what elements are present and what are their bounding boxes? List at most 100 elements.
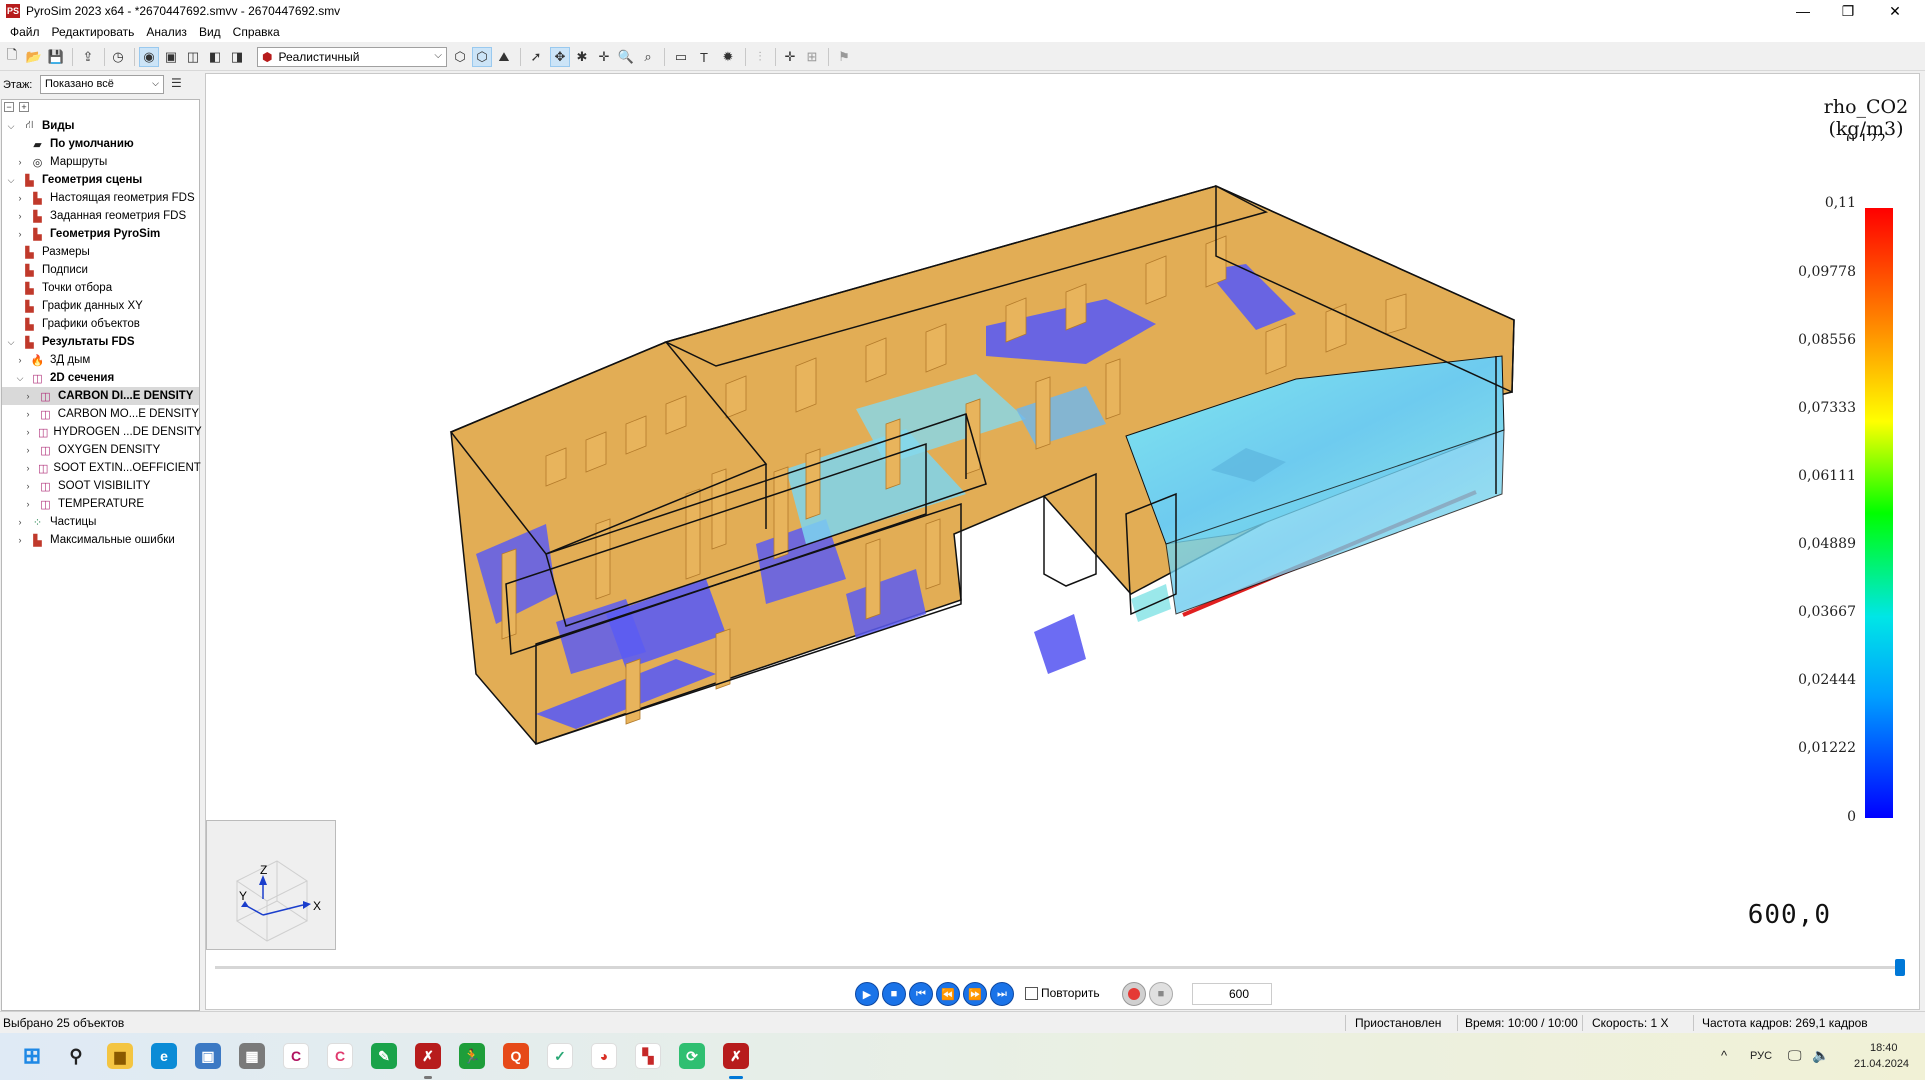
- expand-chevron-icon[interactable]: ›: [23, 499, 33, 509]
- pyrosim-active-icon[interactable]: ✗: [723, 1043, 749, 1069]
- remote-desktop-icon[interactable]: ▣: [195, 1043, 221, 1069]
- expand-chevron-icon[interactable]: ›: [15, 229, 25, 239]
- tree-item-slice-co2-density[interactable]: › ◫ CARBON DI...E DENSITY: [2, 387, 199, 405]
- zoom-icon[interactable]: 🔍: [616, 47, 636, 67]
- tree-item-slice-co-density[interactable]: › ◫ CARBON MO...E DENSITY: [2, 405, 200, 423]
- timeline-slider[interactable]: [205, 958, 1920, 976]
- new-file-icon[interactable]: 🗋: [2, 47, 22, 67]
- expand-chevron-icon[interactable]: ›: [15, 193, 25, 203]
- expand-chevron-icon[interactable]: ⌵: [6, 121, 16, 132]
- tree-item-slice-temperature[interactable]: › ◫ TEMPERATURE: [2, 495, 199, 513]
- input-language[interactable]: РУС: [1750, 1050, 1772, 1062]
- text-tool-icon[interactable]: T: [694, 47, 714, 67]
- app-c-icon[interactable]: C: [327, 1043, 353, 1069]
- menu-file[interactable]: Файл: [4, 25, 46, 39]
- file-explorer-icon[interactable]: ▆: [107, 1043, 133, 1069]
- orbit-icon[interactable]: ✥: [550, 47, 570, 67]
- solid-mode-icon[interactable]: ⬡: [450, 47, 470, 67]
- expand-all-button[interactable]: +: [19, 102, 29, 112]
- tree-item-slice-oxygen-density[interactable]: › ◫ OXYGEN DENSITY: [2, 441, 199, 459]
- search-icon[interactable]: ⚲: [63, 1043, 89, 1069]
- building-model-render[interactable]: [206, 74, 1920, 1010]
- pyrosim-taskbar-icon[interactable]: ✗: [415, 1043, 441, 1069]
- tree-item-specified-fds-geometry[interactable]: › ▙ Заданная геометрия FDS: [2, 207, 199, 225]
- timeline-track[interactable]: [215, 966, 1900, 969]
- flag-icon[interactable]: ⚑: [834, 47, 854, 67]
- calculator-icon[interactable]: ▦: [239, 1043, 265, 1069]
- open-folder-icon[interactable]: 📂: [24, 47, 44, 67]
- clock-date[interactable]: 21.04.2024: [1854, 1058, 1909, 1070]
- tree-item-xy-plots[interactable]: ▙ График данных XY: [2, 297, 199, 315]
- tree-item-slice-soot-visibility[interactable]: › ◫ SOOT VISIBILITY: [2, 477, 199, 495]
- gear-icon[interactable]: ✹: [718, 47, 738, 67]
- tree-item-dimensions[interactable]: ▙ Размеры: [2, 243, 199, 261]
- minimize-button[interactable]: —: [1780, 0, 1826, 22]
- expand-chevron-icon[interactable]: ›: [23, 391, 33, 401]
- expand-chevron-icon[interactable]: ›: [23, 481, 33, 491]
- menu-view[interactable]: Вид: [193, 25, 227, 39]
- skip-end-button[interactable]: ⏭: [990, 982, 1014, 1006]
- rewind-start-button[interactable]: ⏮: [909, 982, 933, 1006]
- green-app-icon[interactable]: ✎: [371, 1043, 397, 1069]
- check-app-icon[interactable]: ✓: [547, 1043, 573, 1069]
- tree-item-particles[interactable]: › ⁘ Частицы: [2, 513, 199, 531]
- expand-chevron-icon[interactable]: ›: [15, 355, 25, 365]
- timeline-thumb[interactable]: [1895, 959, 1905, 976]
- expand-chevron-icon[interactable]: ›: [15, 535, 25, 545]
- collapse-all-button[interactable]: −: [4, 102, 14, 112]
- orientation-cube[interactable]: Z Y X: [206, 820, 336, 950]
- tree-item-pyrosim-geometry[interactable]: › ▙ Геометрия PyroSim: [2, 225, 199, 243]
- floor-settings-icon[interactable]: ☰: [171, 76, 189, 93]
- tree-item-sample-points[interactable]: ▙ Точки отбора: [2, 279, 199, 297]
- clock-time[interactable]: 18:40: [1870, 1042, 1898, 1054]
- expand-chevron-icon[interactable]: ›: [23, 463, 33, 473]
- play-button[interactable]: ▶: [855, 982, 879, 1006]
- tree-item-fds-results[interactable]: ⌵ ▙ Результаты FDS: [2, 333, 199, 351]
- quik-app-icon[interactable]: Q: [503, 1043, 529, 1069]
- close-button[interactable]: ✕: [1872, 0, 1918, 22]
- frame-field[interactable]: 600: [1192, 983, 1272, 1005]
- expand-chevron-icon[interactable]: ›: [23, 409, 33, 419]
- snap-grid-icon[interactable]: ⊞: [802, 47, 822, 67]
- volume-icon[interactable]: 🔈: [1812, 1047, 1829, 1064]
- pathfinder-icon[interactable]: 🏃: [459, 1043, 485, 1069]
- start-windows-icon[interactable]: ⊞: [19, 1043, 45, 1069]
- time-icon[interactable]: ◷: [108, 47, 128, 67]
- save-icon[interactable]: 💾: [46, 47, 66, 67]
- view-top-icon[interactable]: ▣: [161, 47, 181, 67]
- 3d-viewport[interactable]: rho_CO2 (kg/m3) 0,122 0,11 0,09778 0,085…: [205, 73, 1920, 1010]
- terrain-icon[interactable]: ⛰: [494, 47, 514, 67]
- view-back-icon[interactable]: ◨: [227, 47, 247, 67]
- repeat-checkbox[interactable]: [1025, 987, 1038, 1000]
- network-icon[interactable]: 🖵: [1788, 1047, 1802, 1064]
- green-sync-icon[interactable]: ⟳: [679, 1043, 705, 1069]
- step-forward-button[interactable]: ⏩: [963, 982, 987, 1006]
- expand-chevron-icon[interactable]: ⌵: [6, 175, 16, 186]
- edge-browser-icon[interactable]: e: [151, 1043, 177, 1069]
- expand-chevron-icon[interactable]: ›: [23, 445, 33, 455]
- ccleaner-icon[interactable]: C: [283, 1043, 309, 1069]
- tree-item-scene-geometry[interactable]: ⌵ ▙ Геометрия сцены: [2, 171, 199, 189]
- expand-chevron-icon[interactable]: ›: [23, 427, 33, 437]
- tree-item-labels[interactable]: ▙ Подписи: [2, 261, 199, 279]
- tree-item-default-view[interactable]: ▰ По умолчанию: [2, 135, 199, 153]
- tree-item-routes[interactable]: › ◎ Маршруты: [2, 153, 199, 171]
- tree-item-slice-soot-extinction[interactable]: › ◫ SOOT EXTIN...OEFFICIENT: [2, 459, 201, 477]
- measure-icon[interactable]: ▭: [671, 47, 691, 67]
- walk-icon[interactable]: ✱: [572, 47, 592, 67]
- stop-button[interactable]: ■: [882, 982, 906, 1006]
- record-stop-button[interactable]: ■: [1149, 982, 1173, 1006]
- view-side-icon[interactable]: ◧: [205, 47, 225, 67]
- expand-chevron-icon[interactable]: ›: [15, 211, 25, 221]
- tree-item-max-errors[interactable]: › ▙ Максимальные ошибки: [2, 531, 199, 549]
- pan-icon[interactable]: ✛: [594, 47, 614, 67]
- step-back-button[interactable]: ⏪: [936, 982, 960, 1006]
- tree-item-slice-hcn-density[interactable]: › ◫ HYDROGEN ...DE DENSITY: [2, 423, 202, 441]
- floor-select[interactable]: Показано всё ⌵: [40, 75, 164, 94]
- chrome-icon[interactable]: ◕: [591, 1043, 617, 1069]
- expand-chevron-icon[interactable]: ›: [15, 517, 25, 527]
- expand-chevron-icon[interactable]: ⌵: [15, 373, 25, 384]
- crosshair-icon[interactable]: ✛: [780, 47, 800, 67]
- align-icon[interactable]: ⫶: [750, 47, 770, 67]
- tree-item-object-plots[interactable]: ▙ Графики объектов: [2, 315, 199, 333]
